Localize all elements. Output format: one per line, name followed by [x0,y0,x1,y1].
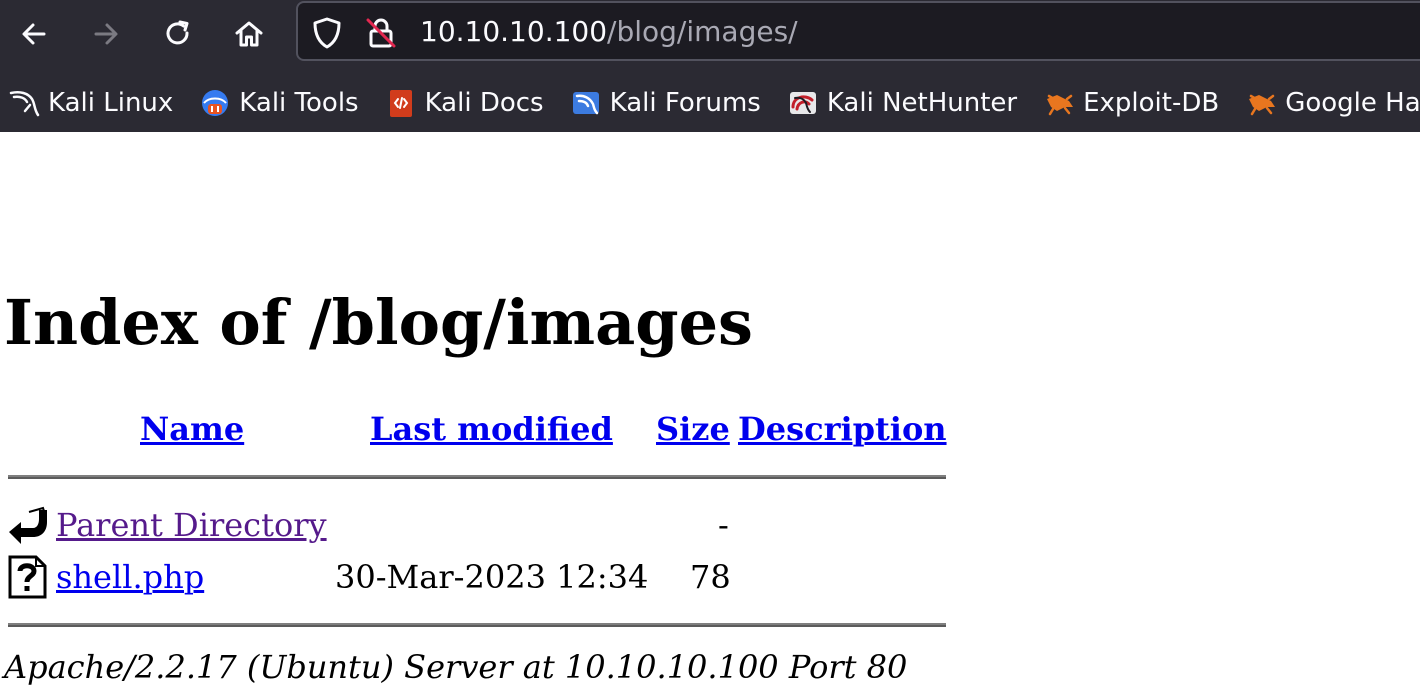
table-divider [8,623,946,627]
unknown-file-icon [8,555,47,599]
forward-arrow-icon [94,23,118,45]
bookmark-exploit-db[interactable]: Exploit-DB [1043,87,1219,119]
url-path: /blog/images/ [607,15,798,48]
bookmark-label: Kali NetHunter [826,88,1018,118]
bookmark-google-hacking[interactable]: Google Ha [1245,87,1420,119]
page-title: Index of /blog/images [4,286,753,359]
column-header-description[interactable]: Description [738,410,947,448]
bookmark-kali-nethunter[interactable]: Kali NetHunter [787,87,1017,119]
back-button[interactable] [12,12,56,56]
bookmark-label: Kali Linux [48,88,174,118]
navigation-bar: 10.10.10.100/blog/images/ [0,0,1420,70]
column-header-last-modified[interactable]: Last modified [370,410,613,448]
row-last-modified: 30-Mar-2023 12:34 [335,558,649,596]
bookmark-kali-docs[interactable]: Kali Docs [385,87,544,119]
browser-toolbar: 10.10.10.100/blog/images/ Kali Linux Kal… [0,0,1420,132]
file-link-shell-php[interactable]: shell.php [56,558,204,596]
bookmark-kali-tools[interactable]: Kali Tools [199,87,359,119]
bookmark-label: Kali Tools [239,88,359,118]
home-button[interactable] [227,12,271,56]
reload-button[interactable] [156,12,200,56]
kali-docs-icon [389,90,412,117]
url-host: 10.10.10.100 [420,15,608,48]
column-header-size[interactable]: Size [656,410,730,448]
kali-tools-icon [202,90,229,116]
url-text[interactable]: 10.10.10.100/blog/images/ [420,15,798,48]
column-header-name[interactable]: Name [140,410,244,448]
bookmark-kali-forums[interactable]: Kali Forums [570,87,761,119]
back-arrow-icon [22,23,46,45]
bookmark-kali-linux[interactable]: Kali Linux [8,87,173,119]
insecure-lock-icon[interactable] [364,16,398,50]
back-arrow-icon [9,506,47,544]
kali-dragon-icon [9,91,40,117]
bookmarks-toolbar: Kali Linux Kali Tools Kali Docs Kali For… [0,80,1420,126]
reload-icon [166,20,189,45]
bookmark-label: Kali Docs [424,88,544,118]
bookmark-label: Exploit-DB [1083,88,1220,118]
server-signature: Apache/2.2.17 (Ubuntu) Server at 10.10.1… [4,648,908,686]
google-hacking-icon [1249,94,1276,116]
parent-directory-link[interactable]: Parent Directory [56,506,327,544]
tracking-protection-shield-icon[interactable] [310,16,344,50]
row-size: - [718,506,729,544]
kali-forums-icon [572,92,599,115]
row-size: 78 [690,558,731,596]
forward-button[interactable] [84,12,128,56]
bookmark-label: Google Ha [1285,88,1420,118]
bookmark-label: Kali Forums [609,88,761,118]
table-divider [8,475,946,479]
url-bar[interactable]: 10.10.10.100/blog/images/ [296,1,1420,61]
home-icon [235,21,263,47]
exploit-db-icon [1047,94,1074,116]
kali-nethunter-icon [789,92,816,114]
